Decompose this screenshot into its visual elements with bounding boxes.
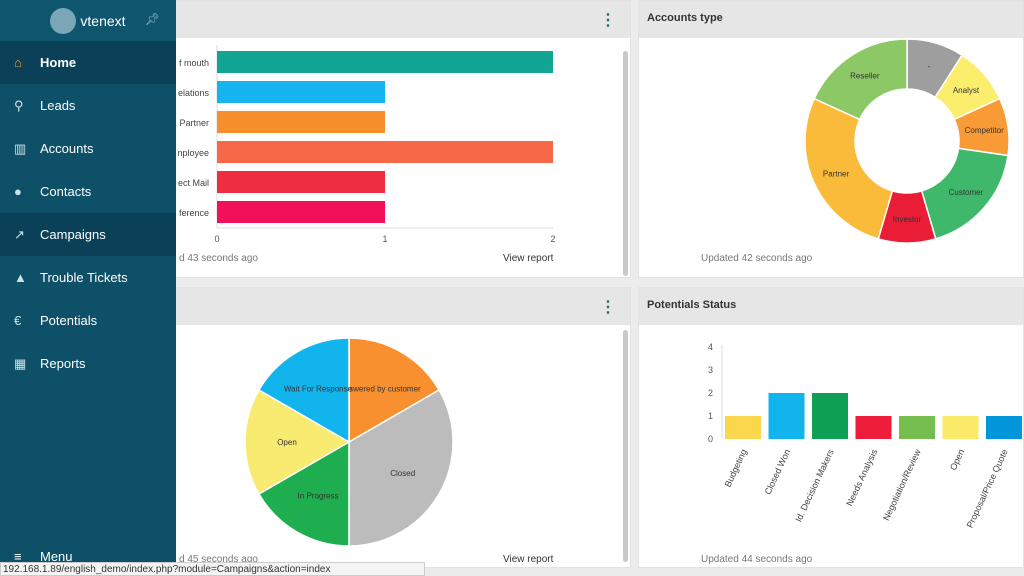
sidebar-item-home[interactable]: ⌂ Home (0, 41, 176, 84)
slice-label: In Progress (298, 492, 339, 501)
bar (986, 416, 1022, 439)
building-icon: ▥ (14, 140, 27, 156)
sidebar-item-leads[interactable]: ⚲ Leads (0, 84, 176, 127)
euro-icon: € (14, 313, 22, 328)
sidebar-item-reports[interactable]: ▦ Reports (0, 342, 176, 385)
category-label: Needs Analysis (844, 447, 879, 507)
tick-label: 1 (708, 411, 713, 421)
sidebar-item-label: Leads (40, 98, 76, 113)
tick-label: 3 (708, 365, 713, 375)
person-outline-icon: ⚲ (14, 97, 24, 113)
category-label: Open (948, 448, 966, 472)
bar (725, 416, 761, 439)
warning-icon: ▲ (14, 270, 27, 285)
category-label: Closed Won (763, 448, 793, 497)
sidebar-item-trouble-tickets[interactable]: ▲ Trouble Tickets (0, 256, 176, 299)
sidebar-item-contacts[interactable]: ● Contacts (0, 170, 176, 213)
sidebar-item-accounts[interactable]: ▥ Accounts (0, 127, 176, 170)
sidebar-item-label: Reports (40, 356, 86, 371)
brand-logo[interactable]: vtenext 📌︎ (0, 0, 176, 41)
bar (812, 393, 848, 439)
bar (768, 393, 805, 439)
category-label: Proposal/Price Quote (965, 448, 1010, 530)
tick-label: 0 (708, 434, 713, 444)
slice-label: Closed (390, 469, 415, 478)
category-label: Budgeting (723, 448, 749, 489)
trend-chart-icon: ↗ (14, 226, 25, 242)
slice-label: Investor (893, 215, 922, 224)
vertical-bar-chart: 0 1 2 3 4 Budgeting Closed Won Id. Decision Mak… (708, 342, 1022, 530)
pin-icon[interactable]: 📌︎ (145, 12, 160, 26)
sidebar-item-potentials[interactable]: € Potentials (0, 299, 176, 342)
sidebar-item-campaigns[interactable]: ↗ Campaigns (0, 213, 176, 256)
slice-label: Analyst (953, 86, 980, 95)
home-icon: ⌂ (14, 55, 22, 70)
sidebar-item-label: Contacts (40, 184, 92, 199)
sidebar-item-label: Potentials (40, 313, 98, 328)
tick-label: 2 (708, 388, 713, 398)
table-icon: ▦ (14, 355, 27, 371)
sidebar-item-label: Accounts (40, 141, 94, 156)
sidebar-item-label: Trouble Tickets (40, 270, 128, 285)
slice-label: Competitor (965, 126, 1004, 135)
slice-label: Reseller (850, 71, 880, 80)
brand-name: vtenext (80, 12, 126, 29)
sidebar-item-label: Campaigns (40, 227, 106, 242)
bar (899, 416, 935, 439)
status-bar-url: 192.168.1.89/english_demo/index.php?modu… (0, 562, 425, 576)
slice-label: Open (277, 438, 297, 447)
slice-label: Wait For Response (284, 384, 353, 393)
sidebar-item-label: Home (40, 55, 77, 70)
bar (855, 416, 892, 439)
category-label: Negotiation/Review (881, 447, 923, 522)
bar (942, 416, 979, 439)
logo-icon (50, 7, 77, 34)
slice-label: - (928, 62, 931, 71)
sidebar: vtenext 📌︎ ⌂ Home ⚲ Leads ▥ Accounts ● Contacts… (0, 0, 176, 576)
person-icon: ● (14, 184, 22, 199)
slice-label: Customer (949, 188, 984, 197)
slice-label: Partner (823, 169, 850, 178)
tick-label: 4 (708, 342, 713, 352)
category-label: Id. Decision Makers (793, 447, 836, 523)
